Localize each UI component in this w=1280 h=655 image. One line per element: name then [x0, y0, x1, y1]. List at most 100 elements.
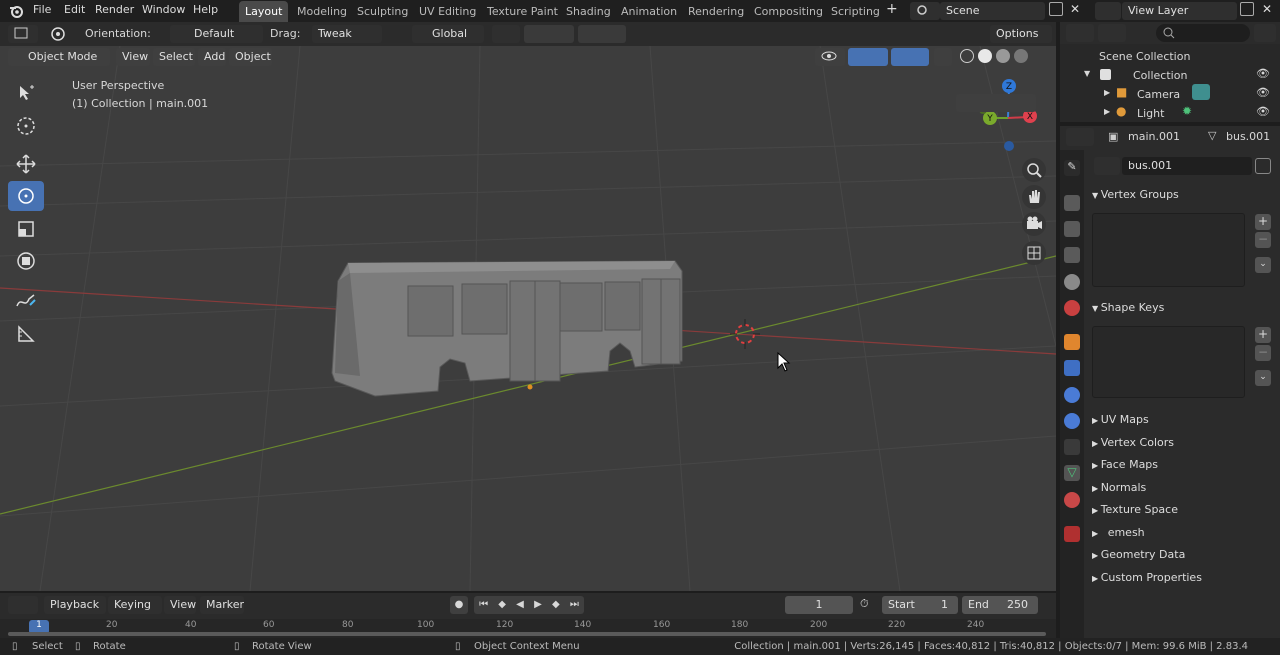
timeline-ruler[interactable]: 1 20 40 60 80 100 120 140 160 180 200 22…: [0, 619, 1056, 638]
rotate-tool-button[interactable]: [8, 181, 44, 211]
wireframe-shading-icon[interactable]: [960, 49, 974, 63]
panel-vertex-colors[interactable]: ▶ Vertex Colors: [1092, 436, 1174, 449]
vertex-groups-list[interactable]: [1092, 213, 1245, 287]
menu-edit[interactable]: Edit: [64, 3, 85, 16]
tab-sculpting[interactable]: Sculpting: [351, 1, 414, 22]
material-properties-icon[interactable]: [1064, 492, 1080, 508]
collapse-arrow-icon[interactable]: ▼: [1084, 69, 1090, 78]
timeline-view-menu[interactable]: View: [164, 596, 196, 614]
tab-scripting[interactable]: Scripting: [825, 1, 886, 22]
fake-user-shield-icon[interactable]: [1255, 158, 1271, 174]
filter-icon[interactable]: [1254, 24, 1276, 42]
output-properties-icon[interactable]: [1064, 221, 1080, 237]
next-keyframe-icon[interactable]: ◆: [552, 596, 560, 614]
jump-end-icon[interactable]: ⏭: [570, 596, 579, 614]
delete-view-layer-icon[interactable]: ✕: [1260, 2, 1274, 16]
scene-name-field[interactable]: Scene: [940, 2, 1045, 20]
panel-shape-keys[interactable]: ▼ Shape Keys: [1092, 301, 1164, 314]
solid-shading-icon[interactable]: [978, 49, 992, 63]
overlay-toggle-icon[interactable]: [891, 48, 929, 66]
marker-menu[interactable]: Marker: [200, 596, 244, 614]
pan-hand-icon[interactable]: [1022, 185, 1046, 209]
annotate-tool-icon[interactable]: [8, 286, 44, 316]
tab-shading[interactable]: Shading: [560, 1, 617, 22]
add-shape-key-button[interactable]: +: [1255, 327, 1271, 343]
tab-uv-editing[interactable]: UV Editing: [413, 1, 482, 22]
object-menu[interactable]: Object: [229, 48, 272, 66]
zoom-icon[interactable]: [1022, 158, 1046, 182]
collection-label[interactable]: Collection: [1133, 69, 1187, 82]
texture-properties-icon[interactable]: [1064, 526, 1080, 542]
scale-tool-icon[interactable]: [8, 214, 44, 244]
object-properties-icon[interactable]: [1064, 334, 1080, 350]
view-layer-properties-icon[interactable]: [1064, 247, 1080, 263]
world-properties-icon[interactable]: [1064, 300, 1080, 316]
tab-layout[interactable]: Layout: [239, 1, 289, 22]
keying-menu[interactable]: Keying: [108, 596, 162, 614]
camera-visibility-eye-icon[interactable]: 👁: [1256, 86, 1270, 99]
xray-toggle-icon[interactable]: [934, 48, 952, 66]
scene-selector-button[interactable]: [910, 2, 940, 20]
rendered-shading-icon[interactable]: [1014, 49, 1028, 63]
move-tool-icon[interactable]: [8, 149, 44, 179]
new-view-layer-icon[interactable]: [1240, 2, 1254, 16]
delete-scene-icon[interactable]: ✕: [1068, 2, 1082, 16]
orientation-dropdown[interactable]: Default: [170, 25, 263, 43]
remove-shape-key-button[interactable]: −: [1255, 345, 1271, 361]
tab-modeling[interactable]: Modeling: [291, 1, 353, 22]
material-shading-icon[interactable]: [996, 49, 1010, 63]
ortho-grid-icon[interactable]: [1022, 241, 1046, 265]
mode-dropdown[interactable]: Object Mode: [8, 48, 110, 66]
drag-dropdown[interactable]: Tweak: [312, 25, 382, 43]
add-vertex-group-button[interactable]: +: [1255, 214, 1271, 230]
collection-checkbox[interactable]: [1100, 69, 1111, 80]
panel-custom-properties[interactable]: ▶ Custom Properties: [1092, 571, 1202, 584]
end-frame-field[interactable]: End 250: [962, 596, 1038, 614]
jump-start-icon[interactable]: ⏮: [479, 596, 488, 614]
menu-file[interactable]: File: [33, 3, 51, 16]
gizmo-toggle-icon[interactable]: [848, 48, 888, 66]
collection-visibility-eye-icon[interactable]: 👁: [1256, 67, 1270, 80]
panel-vertex-groups[interactable]: ▼ Vertex Groups: [1092, 188, 1179, 201]
panel-emesh[interactable]: ▶ emesh: [1092, 526, 1145, 539]
panel-geometry-data[interactable]: ▶ Geometry Data: [1092, 548, 1185, 561]
add-workspace-button[interactable]: +: [886, 1, 898, 17]
menu-help[interactable]: Help: [193, 3, 218, 16]
expand-light-icon[interactable]: ▶: [1104, 107, 1110, 116]
scene-collection-label[interactable]: Scene Collection: [1099, 50, 1190, 63]
render-properties-icon[interactable]: [1064, 195, 1080, 211]
panel-normals[interactable]: ▶ Normals: [1092, 481, 1146, 494]
view-menu[interactable]: View: [116, 48, 150, 66]
modifier-properties-icon[interactable]: [1064, 360, 1080, 376]
particles-properties-icon[interactable]: [1064, 387, 1080, 403]
record-button[interactable]: ●: [450, 596, 468, 614]
panel-face-maps[interactable]: ▶ Face Maps: [1092, 458, 1158, 471]
outliner-item-light[interactable]: Light: [1137, 107, 1164, 120]
blender-logo-icon[interactable]: [8, 3, 24, 19]
current-frame-field[interactable]: 1: [785, 596, 853, 614]
shape-keys-list[interactable]: [1092, 326, 1245, 398]
outliner-editor-type-icon[interactable]: [1066, 24, 1094, 42]
menu-render[interactable]: Render: [95, 3, 134, 16]
options-dropdown[interactable]: Options: [990, 25, 1052, 43]
view-layer-name-field[interactable]: View Layer: [1122, 2, 1237, 20]
proportional-edit-icon[interactable]: [578, 25, 626, 43]
transform-tool-icon[interactable]: [8, 246, 44, 276]
snap-icon[interactable]: [524, 25, 574, 43]
mesh-browse-icon[interactable]: [1094, 157, 1120, 175]
panel-uv-maps[interactable]: ▶ UV Maps: [1092, 413, 1149, 426]
play-icon[interactable]: ▶: [534, 596, 542, 614]
mesh-data-properties-icon[interactable]: ▽: [1064, 465, 1080, 481]
panel-texture-space[interactable]: ▶ Texture Space: [1092, 503, 1178, 516]
tab-texture-paint[interactable]: Texture Paint: [481, 1, 564, 22]
outliner-item-camera[interactable]: Camera: [1137, 88, 1180, 101]
3d-viewport[interactable]: User Perspective (1) Collection | main.0…: [0, 46, 1056, 591]
cursor-tool-icon[interactable]: [8, 111, 44, 141]
play-reverse-icon[interactable]: ◀: [516, 596, 524, 614]
tool-properties-icon[interactable]: ✎: [1064, 160, 1080, 176]
timeline-scrollbar[interactable]: [8, 632, 1046, 636]
editor-type-button[interactable]: [8, 25, 38, 43]
visibility-icon[interactable]: [815, 48, 845, 66]
pivot-point-icon[interactable]: [492, 25, 520, 43]
transform-orientation-dropdown[interactable]: Global: [412, 25, 484, 43]
